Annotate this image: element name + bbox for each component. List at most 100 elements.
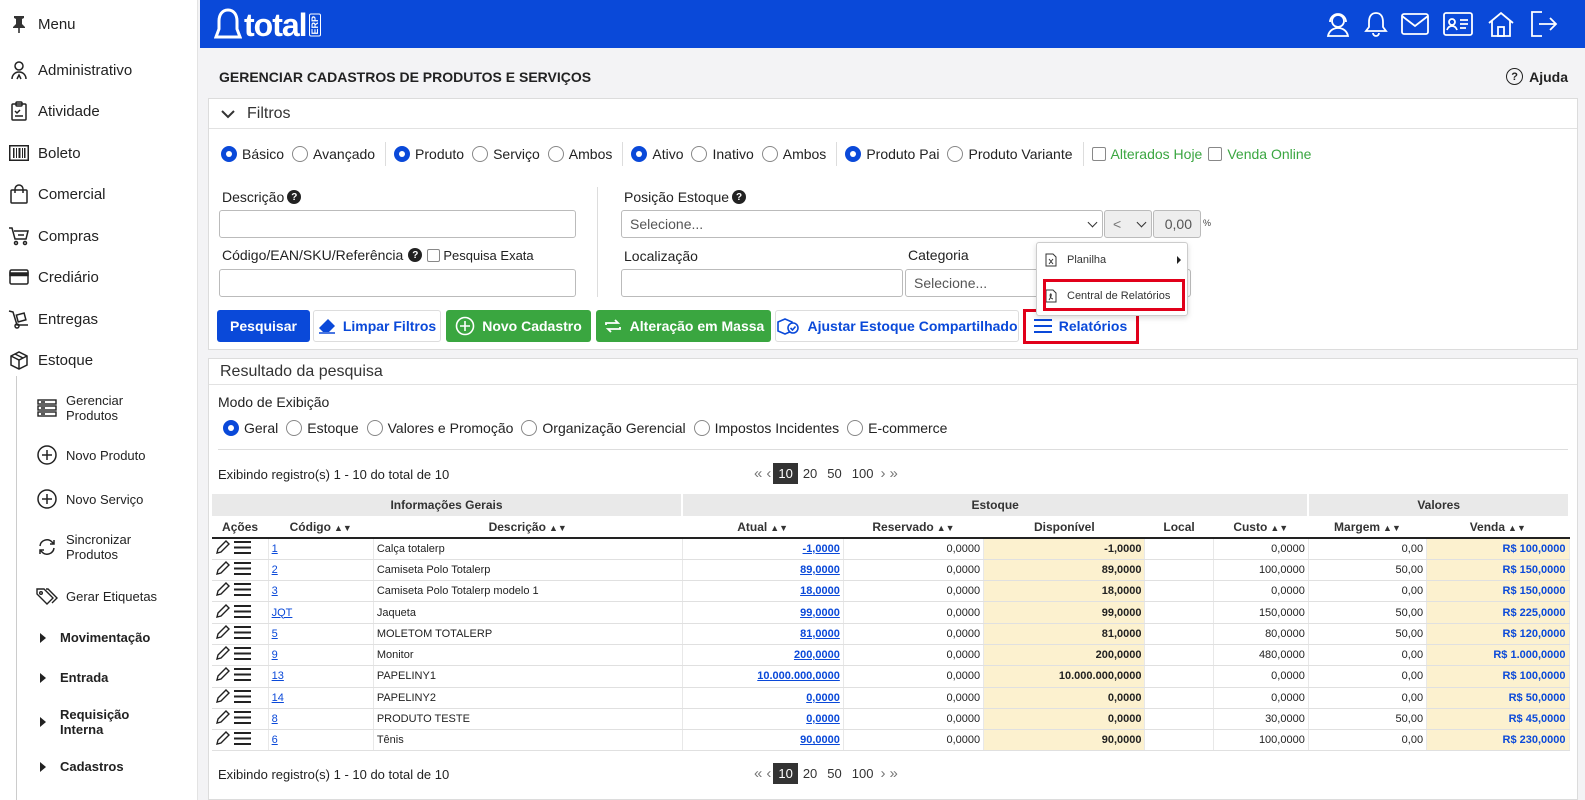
sidebar-item-compras[interactable]: Compras (8, 221, 99, 251)
sidebar-item-boleto[interactable]: Boleto (8, 138, 81, 168)
sidebar-group-requisicao-interna[interactable]: Requisição Interna (40, 707, 129, 737)
limpar-filtros-button[interactable]: Limpar Filtros (313, 310, 441, 342)
page-size-option[interactable]: 20 (798, 766, 822, 781)
page-size-option[interactable]: 50 (822, 466, 846, 481)
sidebar-item-menu[interactable]: Menu (8, 9, 76, 39)
row-actions[interactable] (212, 665, 269, 688)
pesquisa-exata-checkbox[interactable]: Pesquisa Exata (427, 248, 534, 263)
percent-input[interactable]: 0,00 (1153, 210, 1201, 238)
bell-icon[interactable] (1360, 8, 1392, 40)
logout-icon[interactable] (1528, 8, 1560, 40)
first-page-icon[interactable]: « (752, 765, 764, 782)
row-actions[interactable] (212, 644, 269, 667)
logo[interactable]: total ERP (214, 5, 321, 45)
cell-atual[interactable]: 99,0000 (682, 601, 844, 624)
sidebar-item-crediario[interactable]: Crediário (8, 262, 99, 292)
page-size-option[interactable]: 10 (773, 763, 798, 784)
ajustar-estoque-button[interactable]: Ajustar Estoque Compartilhado (775, 310, 1019, 342)
cell-atual[interactable]: 18,0000 (682, 580, 844, 603)
sidebar-item-atividade[interactable]: Atividade (8, 96, 100, 126)
sidebar-item-entregas[interactable]: Entregas (8, 304, 98, 334)
codigo-input[interactable] (219, 269, 576, 297)
pencil-icon[interactable] (215, 560, 230, 576)
page-size-option[interactable]: 100 (847, 766, 879, 781)
page-size-option[interactable]: 100 (847, 466, 879, 481)
pencil-icon[interactable] (215, 688, 230, 704)
prev-page-icon[interactable]: ‹ (764, 765, 773, 782)
cell-atual[interactable]: 90,0000 (682, 729, 844, 752)
page-size-option[interactable]: 10 (773, 463, 798, 484)
column-header[interactable]: Margem ▲▼ (1308, 516, 1427, 539)
pencil-icon[interactable] (215, 731, 230, 746)
cell-codigo[interactable]: 2 (268, 559, 374, 582)
mode-valores-promocao[interactable]: Valores e Promoção (366, 420, 513, 436)
mode-ecommerce[interactable]: E-commerce (847, 420, 947, 436)
cell-codigo[interactable]: 9 (268, 644, 374, 667)
pesquisar-button[interactable]: Pesquisar (217, 310, 310, 342)
checkbox-venda-online[interactable]: Venda Online (1208, 146, 1311, 162)
pencil-icon[interactable] (215, 646, 230, 661)
alteracao-em-massa-button[interactable]: Alteração em Massa (596, 310, 771, 342)
menu-icon[interactable] (234, 583, 251, 597)
posicao-estoque-select[interactable]: Selecione... (621, 210, 1103, 238)
sidebar-subitem-gerar-etiquetas[interactable]: Gerar Etiquetas (36, 585, 157, 607)
home-icon[interactable] (1485, 8, 1517, 40)
checkbox-alterados-hoje[interactable]: Alterados Hoje (1091, 146, 1202, 162)
cell-atual[interactable]: 81,0000 (682, 623, 844, 645)
column-header[interactable]: Código ▲▼ (268, 516, 374, 539)
menu-icon[interactable] (234, 647, 251, 661)
id-card-icon[interactable] (1442, 8, 1474, 40)
radio-ativo[interactable]: Ativo (631, 146, 683, 162)
sidebar-subitem-gerenciar-produtos[interactable]: Gerenciar Produtos (36, 393, 123, 423)
filters-header[interactable]: Filtros (209, 99, 1577, 129)
mode-geral[interactable]: Geral (223, 420, 278, 436)
radio-inativo[interactable]: Inativo (691, 146, 754, 162)
radio-produto-variante[interactable]: Produto Variante (947, 146, 1073, 162)
cell-codigo[interactable]: 13 (268, 665, 374, 688)
operator-select[interactable]: < (1104, 210, 1152, 238)
cell-codigo[interactable]: 6 (268, 729, 374, 752)
next-page-icon[interactable]: › (878, 465, 887, 482)
sidebar-item-estoque[interactable]: Estoque (8, 345, 93, 375)
radio-produto[interactable]: Produto (394, 146, 464, 162)
sidebar-group-cadastros[interactable]: Cadastros (40, 759, 124, 774)
row-actions[interactable] (212, 623, 269, 645)
cell-atual[interactable]: 0,0000 (682, 687, 844, 709)
row-actions[interactable] (212, 729, 269, 752)
column-header[interactable]: Atual ▲▼ (682, 516, 844, 539)
support-icon[interactable] (1322, 8, 1354, 40)
cell-codigo[interactable]: 3 (268, 580, 374, 603)
row-actions[interactable] (212, 601, 269, 624)
column-header[interactable]: Reservado ▲▼ (843, 516, 984, 539)
row-actions[interactable] (212, 538, 269, 560)
cell-atual[interactable]: 200,0000 (682, 644, 844, 667)
localizacao-input[interactable] (621, 269, 903, 297)
last-page-icon[interactable]: » (887, 765, 899, 782)
radio-ambos-status[interactable]: Ambos (761, 146, 826, 162)
sidebar-group-movimentacao[interactable]: Movimentação (40, 630, 150, 645)
menu-icon[interactable] (234, 540, 251, 554)
cell-codigo[interactable]: 14 (268, 687, 374, 709)
question-icon[interactable]: ? (287, 190, 302, 204)
menu-icon[interactable] (234, 711, 251, 725)
novo-cadastro-button[interactable]: Novo Cadastro (446, 310, 591, 342)
cell-atual[interactable]: 0,0000 (682, 708, 844, 731)
row-actions[interactable] (212, 708, 269, 731)
page-size-option[interactable]: 50 (822, 766, 846, 781)
row-actions[interactable] (212, 559, 269, 582)
sidebar-subitem-sincronizar-produtos[interactable]: Sincronizar Produtos (36, 532, 131, 562)
cell-atual[interactable]: 89,0000 (682, 559, 844, 582)
descricao-input[interactable] (219, 210, 576, 238)
last-page-icon[interactable]: » (887, 465, 899, 482)
pencil-icon[interactable] (215, 624, 230, 640)
row-actions[interactable] (212, 687, 269, 709)
mode-organizacao-gerencial[interactable]: Organização Gerencial (521, 420, 686, 436)
cell-atual[interactable]: -1,0000 (682, 538, 844, 560)
sidebar-subitem-novo-produto[interactable]: Novo Produto (36, 444, 146, 466)
question-icon[interactable]: ? (408, 248, 423, 262)
mode-estoque[interactable]: Estoque (286, 420, 359, 436)
pencil-icon[interactable] (215, 539, 230, 555)
pencil-icon[interactable] (215, 710, 230, 725)
pencil-icon[interactable] (215, 603, 230, 619)
pencil-icon[interactable] (215, 582, 230, 597)
